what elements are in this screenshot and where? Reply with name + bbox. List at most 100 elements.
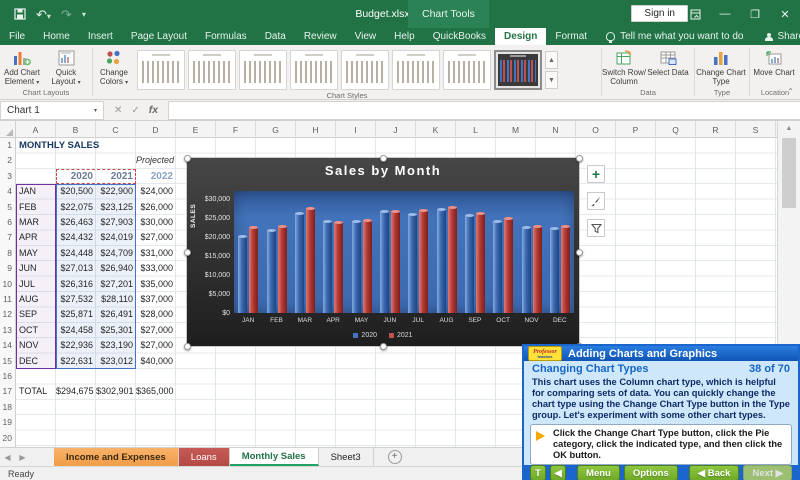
sheet-tab-sheet3[interactable]: Sheet3 bbox=[319, 448, 374, 466]
row-header-19[interactable]: 19 bbox=[3, 415, 12, 430]
column-header-Q[interactable]: Q bbox=[656, 121, 696, 138]
cell-2020-aug[interactable]: $27,532 bbox=[56, 292, 96, 307]
cell-2022-sep[interactable]: $28,000 bbox=[136, 307, 176, 322]
cell-month-aug[interactable]: AUG bbox=[16, 292, 56, 307]
chart-style-thumb-2[interactable] bbox=[188, 50, 236, 90]
back-button[interactable]: ◀ Back bbox=[689, 465, 740, 480]
menu-button[interactable]: Menu bbox=[577, 465, 620, 480]
next-button[interactable]: Next ▶ bbox=[743, 465, 792, 480]
cancel-icon[interactable]: ✕ bbox=[114, 105, 122, 116]
cell-c3-year[interactable]: 2021 bbox=[96, 169, 136, 184]
sheet-tab-monthly-sales[interactable]: Monthly Sales bbox=[230, 448, 319, 466]
cell-2020-nov[interactable]: $22,936 bbox=[56, 338, 96, 353]
selection-handle-6[interactable] bbox=[184, 343, 191, 350]
cell-month-mar[interactable]: MAR bbox=[16, 215, 56, 230]
cell-2020-jun[interactable]: $27,013 bbox=[56, 261, 96, 276]
chart-filters-button[interactable] bbox=[587, 219, 605, 237]
selection-handle-3[interactable] bbox=[576, 155, 583, 162]
tab-data[interactable]: Data bbox=[256, 28, 295, 45]
row-header-7[interactable]: 7 bbox=[7, 230, 12, 245]
column-header-S[interactable]: S bbox=[736, 121, 776, 138]
tab-page-layout[interactable]: Page Layout bbox=[122, 28, 196, 45]
chart-elements-button[interactable]: + bbox=[587, 165, 605, 183]
bar-2021-sep[interactable] bbox=[476, 212, 485, 313]
sheet-tab-loans[interactable]: Loans bbox=[179, 448, 230, 466]
cell-2021-jan[interactable]: $22,900 bbox=[96, 184, 136, 199]
minimize-button[interactable]: — bbox=[710, 0, 740, 28]
tell-me-box[interactable]: Tell me what you want to do bbox=[596, 28, 753, 45]
selection-handle-4[interactable] bbox=[184, 249, 191, 256]
bar-2021-apr[interactable] bbox=[334, 221, 343, 313]
column-header-N[interactable]: N bbox=[536, 121, 576, 138]
column-header-M[interactable]: M bbox=[496, 121, 536, 138]
cell-total-2021[interactable]: $302,901 bbox=[96, 384, 136, 399]
options-button[interactable]: Options bbox=[624, 465, 678, 480]
column-header-R[interactable]: R bbox=[696, 121, 736, 138]
cell-2020-mar[interactable]: $26,463 bbox=[56, 215, 96, 230]
cell-2021-apr[interactable]: $24,019 bbox=[96, 230, 136, 245]
column-header-A[interactable]: A bbox=[16, 121, 56, 138]
bar-2021-dec[interactable] bbox=[561, 225, 570, 313]
change-chart-type-button[interactable]: Change Chart Type bbox=[695, 47, 747, 87]
cell-2021-nov[interactable]: $23,190 bbox=[96, 338, 136, 353]
chart-style-thumb-3[interactable] bbox=[239, 50, 287, 90]
chart-style-thumb-6[interactable] bbox=[392, 50, 440, 90]
bar-2020-jan[interactable] bbox=[238, 235, 247, 313]
cell-month-jul[interactable]: JUL bbox=[16, 277, 56, 292]
row-header-6[interactable]: 6 bbox=[7, 215, 12, 230]
selection-handle-7[interactable] bbox=[380, 343, 387, 350]
cell-2021-feb[interactable]: $23,125 bbox=[96, 200, 136, 215]
cell-total-label[interactable]: TOTAL bbox=[16, 384, 56, 399]
column-header-G[interactable]: G bbox=[256, 121, 296, 138]
tab-quickbooks[interactable]: QuickBooks bbox=[424, 28, 495, 45]
bar-2021-jan[interactable] bbox=[249, 226, 258, 313]
row-header-9[interactable]: 9 bbox=[7, 261, 12, 276]
bar-2020-nov[interactable] bbox=[522, 226, 531, 313]
row-header-8[interactable]: 8 bbox=[7, 246, 12, 261]
enter-icon[interactable]: ✓ bbox=[131, 105, 139, 116]
bar-2021-may[interactable] bbox=[363, 219, 372, 313]
row-header-11[interactable]: 11 bbox=[3, 292, 12, 307]
sheet-tab-income-and-expenses[interactable]: Income and Expenses bbox=[54, 448, 179, 466]
switch-row-column-button[interactable]: Switch Row/ Column bbox=[602, 47, 646, 87]
cell-2022-aug[interactable]: $37,000 bbox=[136, 292, 176, 307]
column-header-E[interactable]: E bbox=[176, 121, 216, 138]
cell-month-apr[interactable]: APR bbox=[16, 230, 56, 245]
cell-2022-jun[interactable]: $33,000 bbox=[136, 261, 176, 276]
cell-2021-jul[interactable]: $27,201 bbox=[96, 277, 136, 292]
cell-2022-apr[interactable]: $27,000 bbox=[136, 230, 176, 245]
bar-2020-jul[interactable] bbox=[408, 213, 417, 313]
cell-2020-oct[interactable]: $24,458 bbox=[56, 323, 96, 338]
chart-style-thumb-8[interactable] bbox=[494, 50, 542, 90]
formula-input[interactable] bbox=[168, 101, 800, 120]
scroll-up-icon[interactable]: ▲ bbox=[778, 121, 800, 136]
cell-2020-sep[interactable]: $25,871 bbox=[56, 307, 96, 322]
chart-style-thumb-5[interactable] bbox=[341, 50, 389, 90]
cell-2022-jan[interactable]: $24,000 bbox=[136, 184, 176, 199]
save-icon[interactable] bbox=[14, 8, 26, 20]
cell-2022-mar[interactable]: $30,000 bbox=[136, 215, 176, 230]
bar-2020-sep[interactable] bbox=[465, 214, 474, 313]
row-header-5[interactable]: 5 bbox=[7, 200, 12, 215]
bar-2021-jun[interactable] bbox=[391, 210, 400, 313]
tab-format[interactable]: Format bbox=[546, 28, 596, 45]
bar-2021-jul[interactable] bbox=[419, 209, 428, 313]
select-all-corner[interactable] bbox=[0, 121, 16, 138]
row-header-13[interactable]: 13 bbox=[3, 323, 12, 338]
sales-chart[interactable]: Sales by Month SALES $30,000$25,000$20,0… bbox=[186, 157, 580, 347]
selection-handle-1[interactable] bbox=[184, 155, 191, 162]
row-header-17[interactable]: 17 bbox=[3, 384, 12, 399]
selection-handle-2[interactable] bbox=[380, 155, 387, 162]
chart-style-thumb-4[interactable] bbox=[290, 50, 338, 90]
bar-2020-oct[interactable] bbox=[493, 220, 502, 313]
tab-help[interactable]: Help bbox=[385, 28, 424, 45]
cell-2020-jan[interactable]: $20,500 bbox=[56, 184, 96, 199]
column-header-D[interactable]: D bbox=[136, 121, 176, 138]
cell-month-oct[interactable]: OCT bbox=[16, 323, 56, 338]
move-chart-button[interactable]: Move Chart bbox=[750, 47, 798, 78]
bar-2021-feb[interactable] bbox=[278, 225, 287, 313]
cell-month-nov[interactable]: NOV bbox=[16, 338, 56, 353]
cell-total-2020[interactable]: $294,675 bbox=[56, 384, 96, 399]
collapse-ribbon-icon[interactable]: ⌃ bbox=[787, 87, 794, 96]
column-header-F[interactable]: F bbox=[216, 121, 256, 138]
